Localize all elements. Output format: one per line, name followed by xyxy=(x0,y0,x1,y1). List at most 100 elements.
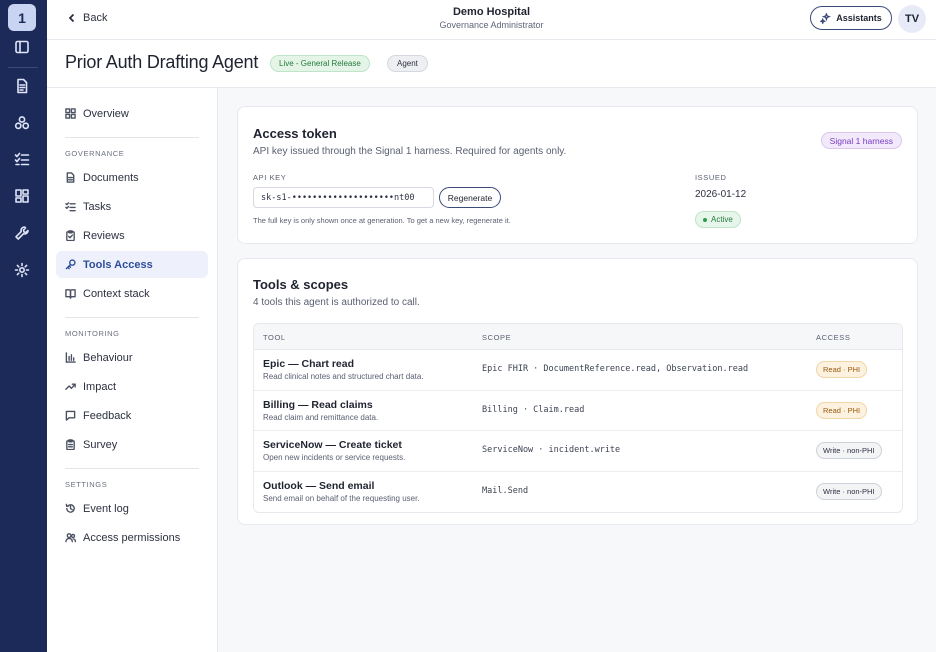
org-info: Demo Hospital Governance Administrator xyxy=(47,6,936,30)
access-token-subtitle: API key issued through the Signal 1 harn… xyxy=(253,146,567,157)
sidebar-item-tasks[interactable]: Tasks xyxy=(56,193,208,220)
sidebar-item-reviews[interactable]: Reviews xyxy=(56,222,208,249)
sidebar-item-documents[interactable]: Documents xyxy=(56,164,208,191)
org-name: Demo Hospital xyxy=(452,6,530,18)
trending-up-icon xyxy=(65,383,76,390)
sparkle-icon xyxy=(820,12,832,24)
sidebar-divider xyxy=(65,468,199,469)
issued-label: ISSUED xyxy=(695,173,727,182)
agent-type-badge: Agent xyxy=(387,55,428,72)
book-open-icon xyxy=(65,289,76,299)
tool-description: Open new incidents or service requests. xyxy=(263,453,406,462)
sidebar-item-behaviour[interactable]: Behaviour xyxy=(56,344,208,371)
tool-description: Send email on behalf of the requesting u… xyxy=(263,493,420,503)
tool-name: Billing — Read claims xyxy=(263,398,373,411)
api-key-label: API KEY xyxy=(253,173,287,182)
status-dot-icon xyxy=(703,217,707,222)
tool-scope: Epic FHIR · DocumentReference.read, Obse… xyxy=(482,364,749,374)
document-icon xyxy=(66,172,75,183)
top-bar: Back Demo Hospital Governance Administra… xyxy=(47,0,936,40)
tool-description: Read claim and remittance data. xyxy=(263,412,379,422)
sidebar-item-label: Reviews xyxy=(83,229,125,242)
page-title: Prior Auth Drafting Agent xyxy=(65,52,259,72)
tool-description: Read clinical notes and structured chart… xyxy=(263,372,424,381)
app-rail: 1 xyxy=(0,0,47,652)
tool-scope: Mail.Send xyxy=(482,485,529,496)
page-header: Prior Auth Drafting Agent Live - General… xyxy=(47,40,936,88)
sidebar-divider xyxy=(65,137,199,138)
key-icon xyxy=(65,259,76,270)
sidebar-item-overview[interactable]: Overview xyxy=(56,100,208,127)
app-logo[interactable]: 1 xyxy=(8,4,36,31)
clipboard-icon xyxy=(66,230,75,241)
sidebar-item-label: Overview xyxy=(83,107,129,120)
status-label: Active xyxy=(711,215,733,224)
bar-chart-icon xyxy=(65,352,76,363)
sidebar-item-tools-access[interactable]: Tools Access xyxy=(56,251,208,278)
sidebar-item-context-stack[interactable]: Context stack xyxy=(56,280,208,307)
sidebar-item-label: Documents xyxy=(83,171,139,184)
user-avatar[interactable]: TV xyxy=(898,5,926,33)
grid-icon xyxy=(65,108,76,119)
sidebar-item-label: Access permissions xyxy=(83,531,181,544)
table-header: TOOL SCOPE ACCESS xyxy=(254,324,902,350)
sidebar-item-label: Event log xyxy=(83,502,129,515)
api-key-field[interactable]: sk-s1-••••••••••••••••••••nt00 xyxy=(253,187,434,208)
api-key-note: The full key is only shown once at gener… xyxy=(253,216,511,225)
sidebar-item-label: Context stack xyxy=(83,287,150,300)
tool-name: ServiceNow — Create ticket xyxy=(263,439,402,451)
wrench-icon[interactable] xyxy=(11,222,33,244)
assistants-label: Assistants xyxy=(836,13,882,23)
section-heading-monitoring: MONITORING xyxy=(65,329,120,338)
sidebar-toggle-icon[interactable] xyxy=(11,36,33,58)
tasks-icon[interactable] xyxy=(11,148,33,170)
column-header-tool: TOOL xyxy=(263,333,286,342)
history-icon xyxy=(65,503,75,513)
sidebar-item-survey[interactable]: Survey xyxy=(56,431,208,458)
org-role: Governance Administrator xyxy=(439,20,544,30)
section-heading-settings: SETTINGS xyxy=(65,480,108,489)
regenerate-button[interactable]: Regenerate xyxy=(439,187,501,208)
clipboard-list-icon xyxy=(66,439,75,450)
sidebar-item-label: Behaviour xyxy=(83,351,133,364)
sidebar-item-event-log[interactable]: Event log xyxy=(56,495,208,522)
sidebar-divider xyxy=(65,317,199,318)
dashboard-icon[interactable] xyxy=(11,185,33,207)
sidebar-item-label: Feedback xyxy=(83,409,132,422)
issued-date: 2026-01-12 xyxy=(695,189,747,200)
tool-scope: Billing · Claim.read xyxy=(482,404,585,415)
access-badge: Write · non-PHI xyxy=(816,482,882,500)
harness-badge: Signal 1 harness xyxy=(820,132,902,149)
tool-name: Epic — Chart read xyxy=(263,358,355,370)
document-icon[interactable] xyxy=(11,75,33,97)
sidebar-item-label: Tasks xyxy=(83,200,112,213)
access-badge: Read · PHI xyxy=(816,401,868,419)
status-badge: Active xyxy=(695,211,741,228)
access-badge: Write · non-PHI xyxy=(816,442,882,459)
tool-name: Outlook — Send email xyxy=(263,479,375,492)
sidebar-item-impact[interactable]: Impact xyxy=(56,373,208,400)
table-row[interactable]: ServiceNow — Create ticket Open new inci… xyxy=(254,431,902,472)
assistants-button[interactable]: Assistants xyxy=(810,6,892,30)
sidebar-item-feedback[interactable]: Feedback xyxy=(56,402,208,429)
tools-scopes-card: Tools & scopes 4 tools this agent is aut… xyxy=(237,258,918,525)
table-row[interactable]: Billing — Read claims Read claim and rem… xyxy=(254,391,902,431)
rail-divider xyxy=(8,67,38,68)
tools-subtitle: 4 tools this agent is authorized to call… xyxy=(253,297,420,308)
column-header-access: ACCESS xyxy=(816,333,851,342)
tools-table: TOOL SCOPE ACCESS Epic — Chart read Read… xyxy=(253,323,903,513)
access-token-title: Access token xyxy=(253,126,337,141)
table-row[interactable]: Outlook — Send email Send email on behal… xyxy=(254,472,902,513)
section-sidebar: Overview GOVERNANCE Documents Tasks Revi… xyxy=(47,88,218,652)
agents-icon[interactable] xyxy=(11,112,33,134)
sidebar-item-access-permissions[interactable]: Access permissions xyxy=(56,524,208,551)
table-row[interactable]: Epic — Chart read Read clinical notes an… xyxy=(254,350,902,391)
settings-icon[interactable] xyxy=(11,259,33,281)
message-square-icon xyxy=(65,410,76,421)
column-header-scope: SCOPE xyxy=(482,333,512,342)
sidebar-item-label: Impact xyxy=(83,380,117,393)
access-token-card: Access token API key issued through the … xyxy=(237,106,918,244)
tool-scope: ServiceNow · incident.write xyxy=(482,445,621,455)
tools-title: Tools & scopes xyxy=(253,277,349,292)
release-status-badge: Live - General Release xyxy=(270,55,370,72)
